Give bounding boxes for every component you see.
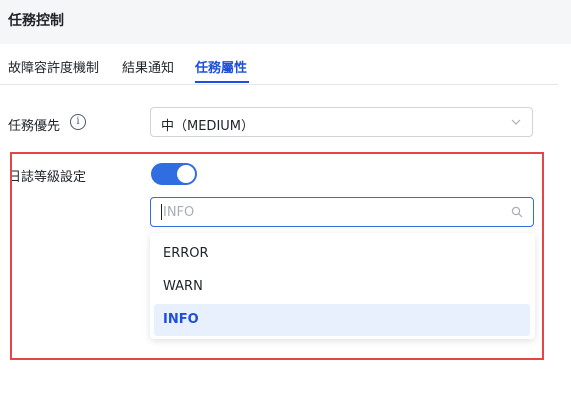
option-warn[interactable]: WARN [154, 271, 530, 303]
toggle-knob [177, 165, 195, 183]
log-level-toggle[interactable] [151, 163, 197, 185]
tabs-divider [0, 84, 558, 85]
active-tab-indicator [195, 81, 249, 83]
priority-label: 任務優先 [8, 119, 61, 134]
priority-select-value: 中（MEDIUM） [161, 119, 255, 134]
tab-result-notification[interactable]: 結果通知 [122, 57, 174, 76]
text-caret [161, 204, 162, 220]
option-label: INFO [163, 312, 199, 327]
tab-bar: 故障容許度機制 結果通知 任務屬性 [0, 44, 571, 84]
option-error[interactable]: ERROR [154, 238, 530, 270]
search-icon [511, 206, 523, 218]
info-circle-icon[interactable]: i [70, 114, 86, 130]
option-info[interactable]: INFO [154, 304, 530, 336]
search-input-text: INFO [163, 205, 195, 220]
option-label: WARN [163, 279, 203, 294]
tab-task-properties[interactable]: 任務屬性 [195, 57, 247, 76]
page-header: 任務控制 [0, 0, 571, 44]
tab-fault-tolerance[interactable]: 故障容許度機制 [8, 57, 99, 76]
log-level-dropdown: ERROR WARN INFO [150, 233, 535, 339]
chevron-down-icon [511, 119, 521, 125]
log-level-search-input[interactable]: INFO [150, 197, 534, 227]
priority-select[interactable]: 中（MEDIUM） [150, 107, 533, 137]
page-title: 任務控制 [8, 13, 64, 29]
option-label: ERROR [163, 246, 209, 261]
log-level-label: 日誌等級設定 [8, 170, 87, 185]
